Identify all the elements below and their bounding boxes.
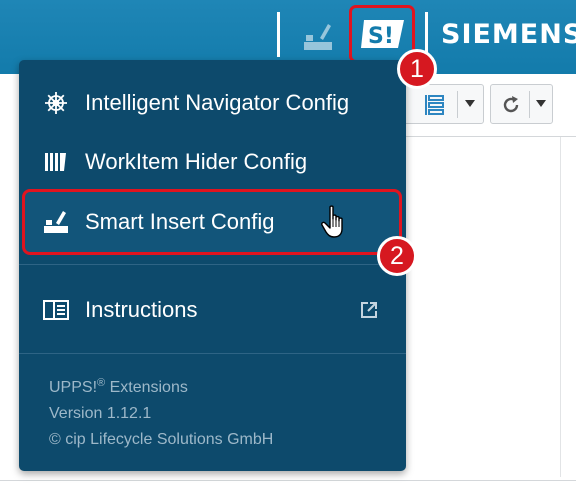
menu-item-instructions[interactable]: Instructions (19, 280, 406, 340)
content-pane-edge (560, 137, 561, 477)
toolbar-group-view (400, 84, 484, 124)
external-link-icon (361, 302, 377, 318)
upps-extensions-menu: Intelligent Navigator Config WorkItem Hi… (19, 60, 406, 471)
menu-separator (19, 264, 406, 265)
brand-logo: SIEMENS (441, 19, 576, 50)
menu-item-label: Intelligent Navigator Config (85, 90, 350, 115)
navigator-wheel-icon (43, 90, 69, 116)
footer-copyright: © cip Lifecycle Solutions GmbH (49, 431, 274, 448)
content-divider (400, 136, 576, 137)
topbar-separator (277, 12, 280, 57)
page-bottom-rule (0, 480, 576, 481)
hand-pointer-cursor-icon (321, 205, 343, 238)
menu-item-label: Instructions (85, 297, 198, 322)
footer-product: UPPS!® Extensions (49, 377, 188, 397)
caret-down-icon[interactable] (465, 100, 475, 108)
caret-down-icon[interactable] (536, 100, 546, 108)
instructions-book-icon (43, 297, 69, 323)
workitem-hider-icon (43, 149, 69, 175)
toolbar-divider (529, 91, 530, 118)
footer-version: Version 1.12.1 (49, 405, 152, 422)
smart-insert-shortcut-icon[interactable] (300, 18, 336, 54)
menu-footer: UPPS!® Extensions Version 1.12.1 © cip L… (49, 375, 273, 453)
menu-item-workitem-hider-config[interactable]: WorkItem Hider Config (19, 132, 406, 192)
menu-item-label: Smart Insert Config (85, 209, 275, 234)
refresh-icon[interactable] (501, 95, 521, 115)
menu-item-label: WorkItem Hider Config (85, 149, 308, 174)
step-badge-2: 2 (377, 236, 417, 276)
step-badge-1: 1 (397, 49, 437, 89)
toolbar-divider (457, 91, 458, 118)
menu-separator (19, 353, 406, 354)
upps-logo-icon: S! (361, 20, 404, 49)
menu-item-intelligent-navigator-config[interactable]: Intelligent Navigator Config (19, 73, 406, 133)
smart-insert-icon (43, 209, 69, 235)
upps-logo-text: S! (368, 24, 394, 49)
tree-list-icon[interactable] (423, 93, 445, 117)
toolbar-group-refresh (490, 84, 553, 124)
